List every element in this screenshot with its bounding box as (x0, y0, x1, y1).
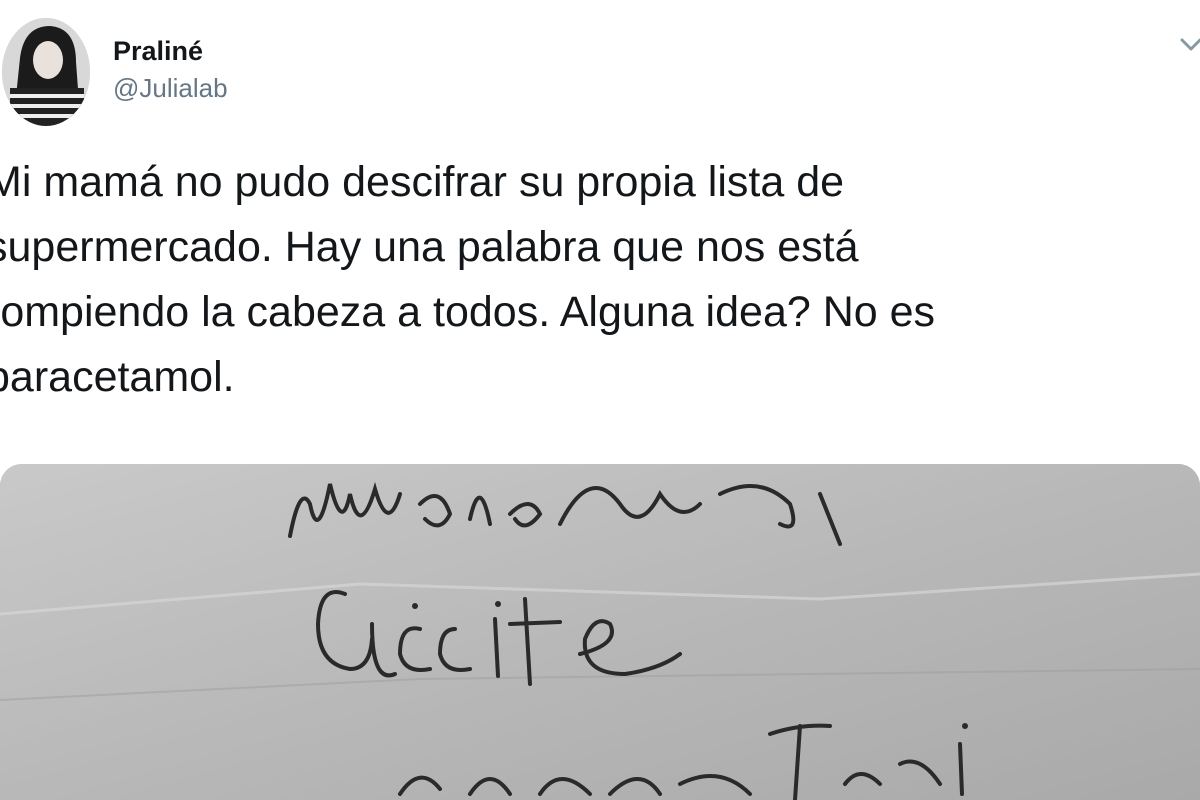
handwritten-note-image (0, 464, 1200, 800)
user-handle[interactable]: @Julialab (113, 70, 228, 106)
tweet-text: Mi mamá no pudo descifrar su propia list… (0, 158, 936, 401)
author-names: Praliné @Julialab (113, 34, 228, 106)
tweet-card: Praliné @Julialab Mi mamá no pudo descif… (0, 0, 1200, 800)
chevron-down-icon[interactable] (1176, 30, 1200, 60)
avatar[interactable] (2, 18, 90, 126)
avatar-image (2, 18, 90, 126)
tweet-header: Praliné @Julialab (0, 0, 1200, 140)
tweet-photo[interactable] (0, 464, 1200, 800)
display-name[interactable]: Praliné (113, 34, 228, 68)
